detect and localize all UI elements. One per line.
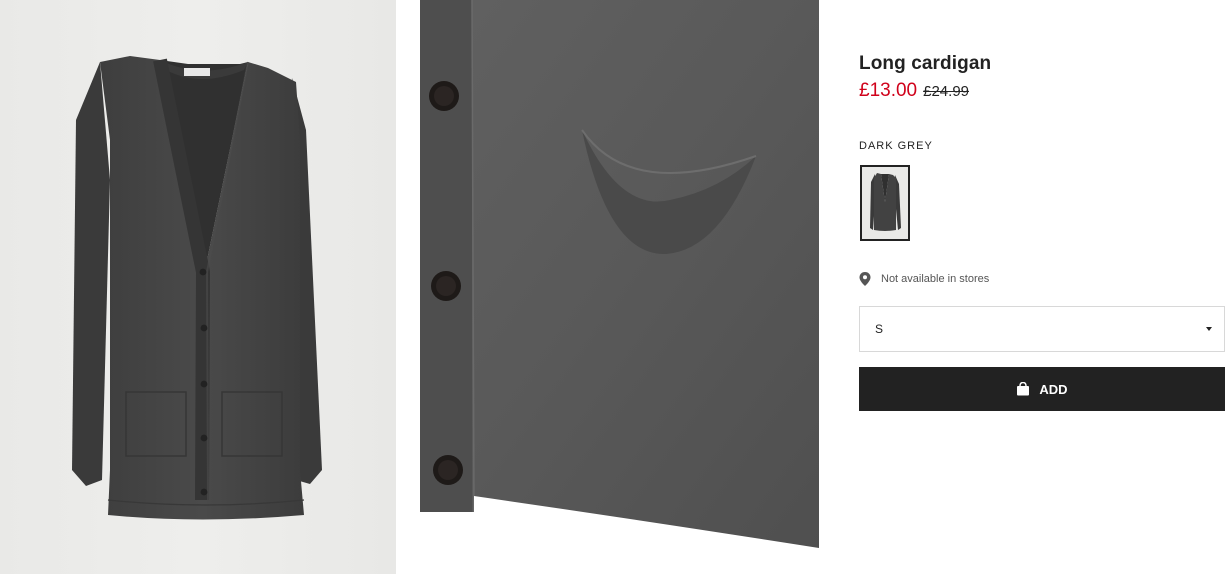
sale-price: £13.00	[859, 80, 918, 101]
caret-down-icon	[1206, 327, 1212, 331]
cardigan-illustration	[72, 56, 322, 520]
cardigan-detail-illustration	[420, 0, 819, 556]
product-image-main[interactable]	[0, 0, 396, 574]
add-to-bag-button[interactable]: ADD	[859, 367, 1225, 411]
product-page: Long cardigan £13.00 £24.99 DARK GREY No…	[0, 0, 1225, 574]
color-label: DARK GREY	[859, 140, 933, 152]
size-selected-value: S	[875, 322, 884, 336]
product-image-detail[interactable]	[420, 0, 819, 556]
color-swatch-dark-grey[interactable]	[860, 165, 910, 241]
price-row: £13.00 £24.99	[859, 80, 969, 102]
store-availability: Not available in stores	[859, 272, 989, 286]
availability-text: Not available in stores	[881, 273, 990, 285]
add-button-label: ADD	[1039, 381, 1068, 397]
shopping-bag-icon	[1017, 382, 1030, 396]
product-title: Long cardigan	[859, 53, 992, 74]
original-price: £24.99	[923, 83, 970, 100]
size-select[interactable]: S	[859, 306, 1225, 352]
location-pin-icon	[859, 272, 871, 286]
product-info-panel: Long cardigan £13.00 £24.99 DARK GREY No…	[859, 0, 1225, 574]
swatch-thumbnail-icon	[863, 168, 907, 238]
